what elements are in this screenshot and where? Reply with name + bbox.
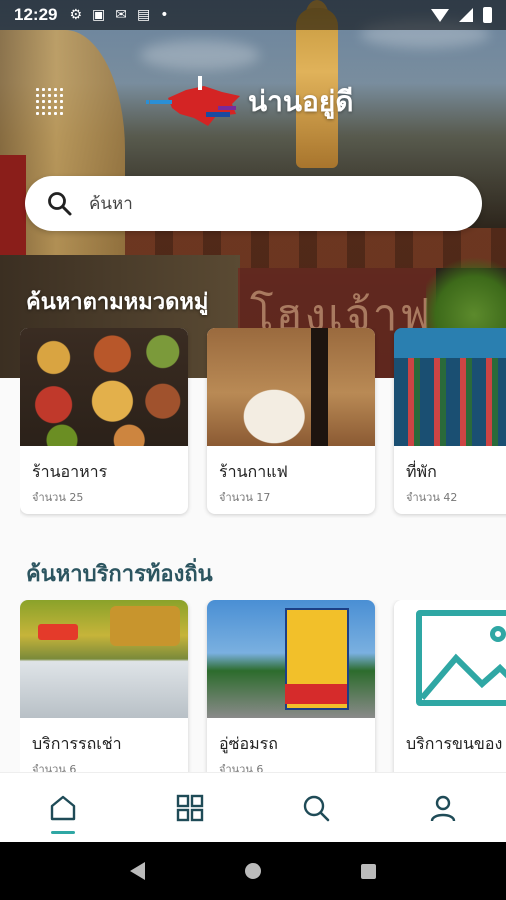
- category-card-accommodation[interactable]: ที่พัก จำนวน 42: [394, 328, 506, 514]
- bottom-navigation: [0, 772, 506, 842]
- news-icon: ▤: [137, 7, 151, 23]
- card-label: ร้านกาแฟ: [219, 462, 288, 481]
- app-title: น่านอยู่ดี: [248, 85, 354, 118]
- system-navigation-bar: [0, 842, 506, 900]
- grid-icon: [176, 794, 203, 821]
- signal-icon: [459, 8, 473, 22]
- card-label: บริการรถเช่า: [32, 734, 122, 753]
- section-title-local-services: ค้นหาบริการท้องถิ่น: [26, 562, 213, 587]
- garage-image: [207, 600, 375, 718]
- card-count: จำนวน 42: [406, 491, 458, 504]
- card-count: จำนวน 6: [219, 763, 264, 772]
- profile-icon: [430, 795, 455, 821]
- card-count: จำนวน 17: [219, 491, 271, 504]
- card-count: จำนวน 25: [32, 491, 84, 504]
- category-card-cafe[interactable]: ร้านกาแฟ จำนวน 17: [207, 328, 375, 514]
- card-count: จำนวน 6: [32, 763, 77, 772]
- search-icon: [304, 795, 330, 821]
- service-card-garage[interactable]: อู่ซ่อมรถ จำนวน 6: [207, 600, 375, 772]
- services-carousel[interactable]: บริการรถเช่า จำนวน 6 อู่ซ่อมรถ จำนวน 6 บ…: [20, 600, 506, 772]
- card-label: อู่ซ่อมรถ: [219, 734, 278, 753]
- nav-home[interactable]: [33, 778, 93, 838]
- mail-icon: ✉: [115, 7, 128, 23]
- nav-profile[interactable]: [413, 778, 473, 838]
- search-input[interactable]: [89, 193, 429, 214]
- nav-categories[interactable]: [160, 778, 220, 838]
- restaurant-image: [20, 328, 188, 446]
- service-card-car-rental[interactable]: บริการรถเช่า จำนวน 6: [20, 600, 188, 772]
- category-carousel[interactable]: ร้านอาหาร จำนวน 25 ร้านกาแฟ จำนวน 17 ที่…: [20, 328, 506, 518]
- section-title-categories: ค้นหาตามหมวดหมู่: [26, 290, 209, 315]
- menu-grid-button[interactable]: [34, 86, 66, 118]
- car-rental-image: [20, 600, 188, 718]
- category-card-restaurant[interactable]: ร้านอาหาร จำนวน 25: [20, 328, 188, 514]
- status-time: 12:29: [14, 5, 58, 24]
- placeholder-image-icon: [394, 600, 506, 718]
- cafe-image: [207, 328, 375, 446]
- card-label: บริการขนของ: [406, 734, 503, 753]
- card-label: ที่พัก: [406, 462, 437, 481]
- recent-apps-icon[interactable]: [361, 863, 376, 879]
- status-bar: 12:29 ⚙ ▣ ✉ ▤ •: [0, 0, 506, 30]
- search-icon: [48, 191, 72, 215]
- app-logo: [146, 76, 240, 126]
- card-label: ร้านอาหาร: [32, 462, 108, 481]
- battery-icon: [483, 7, 492, 23]
- notification-icon: ▣: [92, 7, 106, 23]
- service-card-moving[interactable]: บริการขนของ: [394, 600, 506, 772]
- home-circle-icon[interactable]: [245, 863, 261, 879]
- home-icon: [51, 795, 76, 820]
- dot-icon: •: [160, 7, 169, 23]
- back-icon[interactable]: [130, 862, 145, 880]
- wifi-icon: [431, 8, 449, 22]
- settings-icon: ⚙: [69, 7, 83, 23]
- accommodation-image: [394, 328, 506, 446]
- search-bar[interactable]: [25, 176, 482, 231]
- nav-search[interactable]: [286, 778, 346, 838]
